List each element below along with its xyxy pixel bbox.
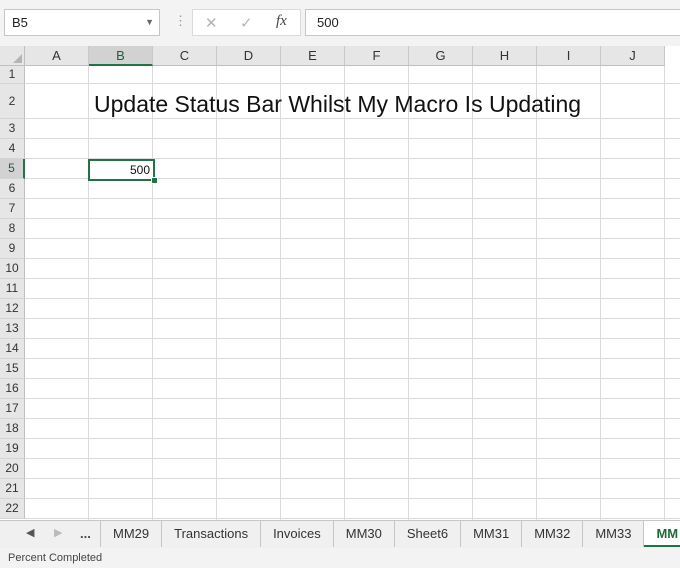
column-header-h[interactable]: H <box>473 46 537 66</box>
row-header-18[interactable]: 18 <box>0 419 25 439</box>
column-gridline <box>600 66 601 520</box>
row-header-6[interactable]: 6 <box>0 179 25 199</box>
column-header-c[interactable]: C <box>153 46 217 66</box>
sheet-tabs: MM29 Transactions Invoices MM30 Sheet6 MM31 MM… <box>100 521 680 548</box>
column-gridline <box>536 66 537 520</box>
column-header-e[interactable]: E <box>281 46 345 66</box>
row-gridline <box>25 218 680 219</box>
row-gridline <box>25 338 680 339</box>
row-header-4[interactable]: 4 <box>0 139 25 159</box>
select-all-button[interactable] <box>0 46 25 66</box>
sheet-tab-mm30[interactable]: MM30 <box>334 521 395 547</box>
row-header-20[interactable]: 20 <box>0 459 25 479</box>
column-header-f[interactable]: F <box>345 46 409 66</box>
row-gridline <box>25 298 680 299</box>
row-header-19[interactable]: 19 <box>0 439 25 459</box>
status-bar: Percent Completed <box>0 548 680 568</box>
column-gridline <box>344 66 345 520</box>
row-header-1[interactable]: 1 <box>0 66 25 84</box>
row-header-2[interactable]: 2 <box>0 84 25 119</box>
column-gridline <box>408 66 409 520</box>
row-gridline <box>25 238 680 239</box>
column-gridline <box>88 66 89 520</box>
column-gridline <box>152 66 153 520</box>
sheet-tab-mm32[interactable]: MM32 <box>522 521 584 547</box>
fill-handle[interactable] <box>151 177 158 184</box>
row-header-3[interactable]: 3 <box>0 119 25 139</box>
row-gridline <box>25 358 680 359</box>
row-gridline <box>25 198 680 199</box>
column-gridline <box>280 66 281 520</box>
sheet-title-cell[interactable]: Update Status Bar Whilst My Macro Is Upd… <box>94 89 581 119</box>
column-gridline <box>216 66 217 520</box>
row-gridline <box>25 378 680 379</box>
sheet-tab-invoices[interactable]: Invoices <box>261 521 334 547</box>
column-header-d[interactable]: D <box>217 46 281 66</box>
row-header-9[interactable]: 9 <box>0 239 25 259</box>
sheet-tab-mm29[interactable]: MM29 <box>100 521 163 547</box>
status-text: Percent Completed <box>8 552 103 564</box>
column-header-g[interactable]: G <box>409 46 473 66</box>
sheet-tab-transactions[interactable]: Transactions <box>162 521 262 547</box>
row-gridline <box>25 318 680 319</box>
row-header-14[interactable]: 14 <box>0 339 25 359</box>
row-gridline <box>25 278 680 279</box>
row-gridline <box>25 398 680 399</box>
formula-buttons: ✕ ✓ fx <box>192 9 301 36</box>
name-box[interactable]: B5 ▼ <box>4 9 160 36</box>
cancel-icon[interactable]: ✕ <box>205 14 218 32</box>
column-header-a[interactable]: A <box>25 46 89 66</box>
scroll-right-icon[interactable]: ▶ <box>54 526 62 539</box>
column-header-j[interactable]: J <box>601 46 665 66</box>
sheet-tab-sheet6[interactable]: Sheet6 <box>395 521 462 547</box>
formula-input[interactable]: 500 <box>305 9 680 36</box>
row-gridline <box>25 418 680 419</box>
more-sheets-button[interactable]: ... <box>80 526 91 541</box>
row-gridline <box>25 518 680 519</box>
row-header-10[interactable]: 10 <box>0 259 25 279</box>
row-header-8[interactable]: 8 <box>0 219 25 239</box>
sheet-tab-mm31[interactable]: MM31 <box>461 521 523 547</box>
row-gridline <box>25 258 680 259</box>
row-gridline <box>25 458 680 459</box>
row-header-7[interactable]: 7 <box>0 199 25 219</box>
row-header-16[interactable]: 16 <box>0 379 25 399</box>
enter-icon[interactable]: ✓ <box>240 14 253 32</box>
formula-value: 500 <box>317 15 339 30</box>
row-header-12[interactable]: 12 <box>0 299 25 319</box>
row-gridline <box>25 498 680 499</box>
row-gridline <box>25 438 680 439</box>
scroll-left-icon[interactable]: ◀ <box>26 526 34 539</box>
row-header-5[interactable]: 5 <box>0 159 25 179</box>
row-header-15[interactable]: 15 <box>0 359 25 379</box>
row-header-22[interactable]: 22 <box>0 499 25 519</box>
row-header-11[interactable]: 11 <box>0 279 25 299</box>
column-gridline <box>472 66 473 520</box>
column-gridline <box>664 66 665 520</box>
row-header-17[interactable]: 17 <box>0 399 25 419</box>
sheet-tab-mm[interactable]: MM <box>644 521 680 547</box>
chevron-down-icon[interactable]: ▼ <box>145 10 154 35</box>
active-cell-b5[interactable]: 500 <box>88 159 155 181</box>
name-box-value: B5 <box>12 15 28 30</box>
column-header-b[interactable]: B <box>89 46 153 66</box>
column-header-i[interactable]: I <box>537 46 601 66</box>
row-gridline <box>25 83 680 84</box>
row-gridline <box>25 478 680 479</box>
insert-function-icon[interactable]: fx <box>276 13 287 30</box>
worksheet-grid[interactable]: ABCDEFGHIJ 1 2 3 4 5 6 7 8 9 10 11 12 13 14 15 16 17 18 19… <box>0 46 680 520</box>
sheet-tab-mm33[interactable]: MM33 <box>583 521 645 547</box>
row-header-21[interactable]: 21 <box>0 479 25 499</box>
row-gridline <box>25 138 680 139</box>
drag-handle-icon[interactable]: ⋮ <box>174 13 188 29</box>
row-header-13[interactable]: 13 <box>0 319 25 339</box>
sheet-tab-bar: ◀ ▶ ... MM29 Transactions Invoices MM30 Shee… <box>0 520 680 548</box>
formula-bar: B5 ▼ ⋮ ✕ ✓ fx 500 <box>0 0 680 46</box>
